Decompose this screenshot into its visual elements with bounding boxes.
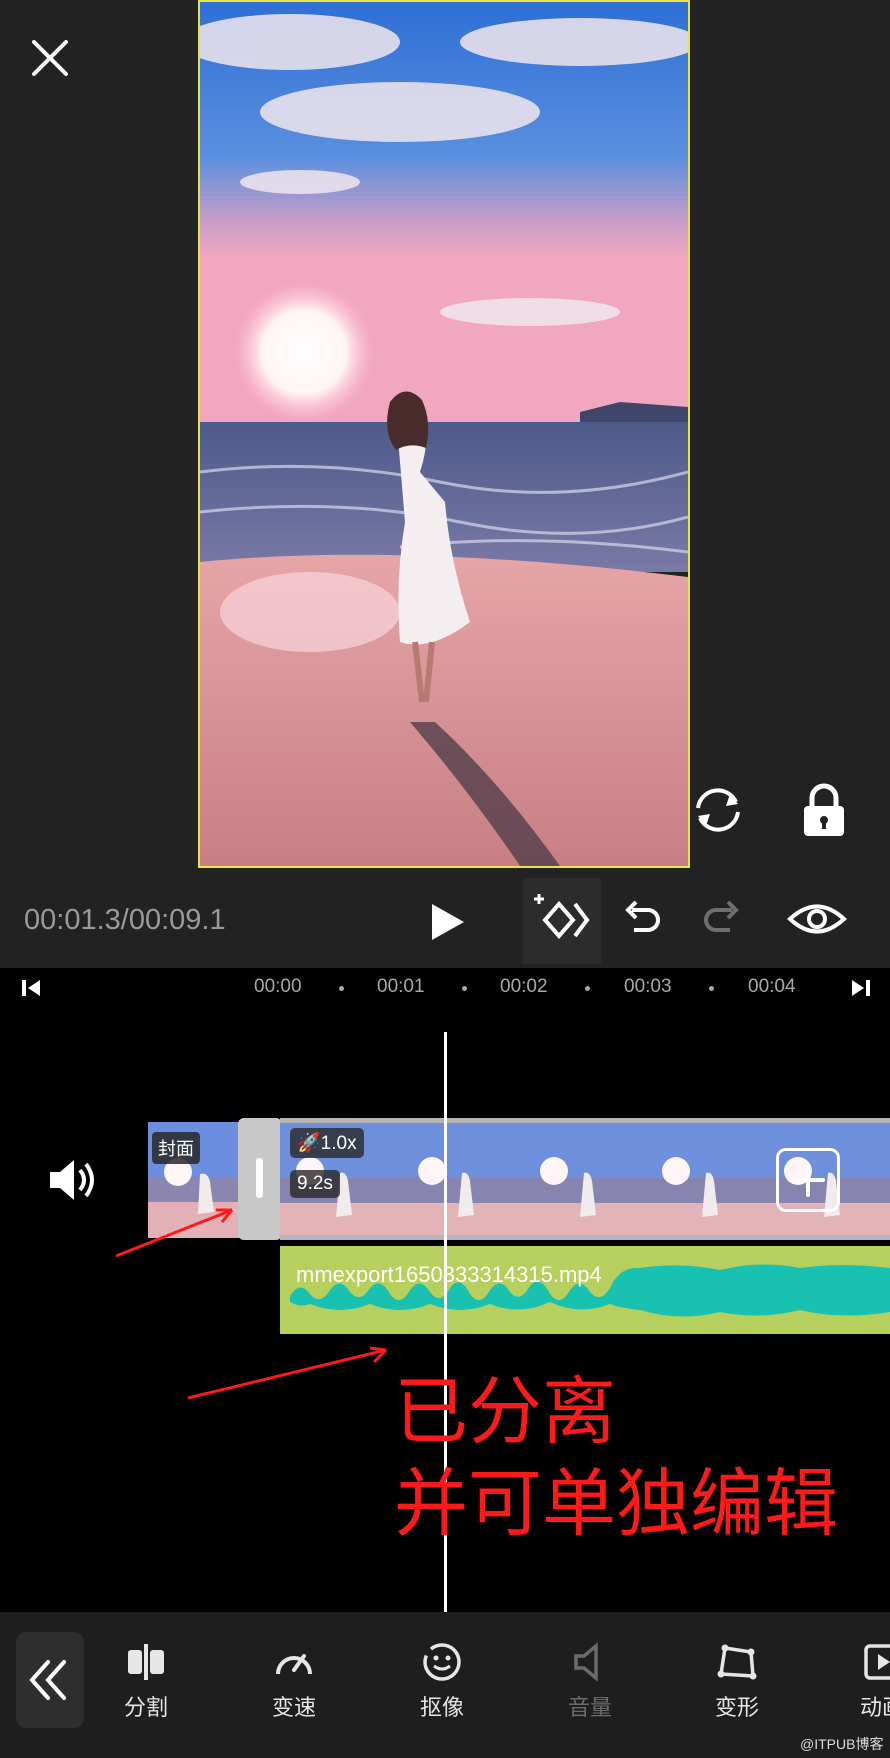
transform-icon — [717, 1644, 757, 1680]
tool-label: 动画 — [860, 1695, 890, 1720]
tool-label: 变形 — [714, 1695, 759, 1720]
tool-cutout[interactable]: 抠像 — [397, 1640, 487, 1722]
tool-transform[interactable]: 变形 — [692, 1640, 782, 1722]
tool-label: 分割 — [123, 1695, 168, 1720]
face-cutout-icon — [423, 1643, 461, 1681]
tool-split[interactable]: 分割 — [101, 1640, 191, 1722]
annotation-line-1: 已分离 — [394, 1369, 616, 1455]
watermark: @ITPUB博客 — [800, 1736, 884, 1752]
tool-volume[interactable]: 音量 — [545, 1640, 635, 1722]
tool-animation[interactable]: 动画 — [840, 1640, 890, 1722]
annotation-text: 已分离 并可单独编辑 — [394, 1366, 838, 1550]
tool-speed[interactable]: 变速 — [249, 1640, 339, 1722]
annotation-line-2: 并可单独编辑 — [394, 1461, 838, 1547]
tool-label: 音量 — [567, 1695, 612, 1720]
split-icon — [128, 1644, 164, 1680]
tool-label: 抠像 — [419, 1695, 464, 1720]
speaker-icon — [574, 1642, 598, 1682]
speed-gauge-icon — [276, 1654, 312, 1675]
tool-label: 变速 — [271, 1695, 316, 1720]
double-chevron-left-icon — [29, 1660, 66, 1700]
animation-icon — [864, 1644, 890, 1680]
collapse-button[interactable] — [16, 1632, 84, 1728]
